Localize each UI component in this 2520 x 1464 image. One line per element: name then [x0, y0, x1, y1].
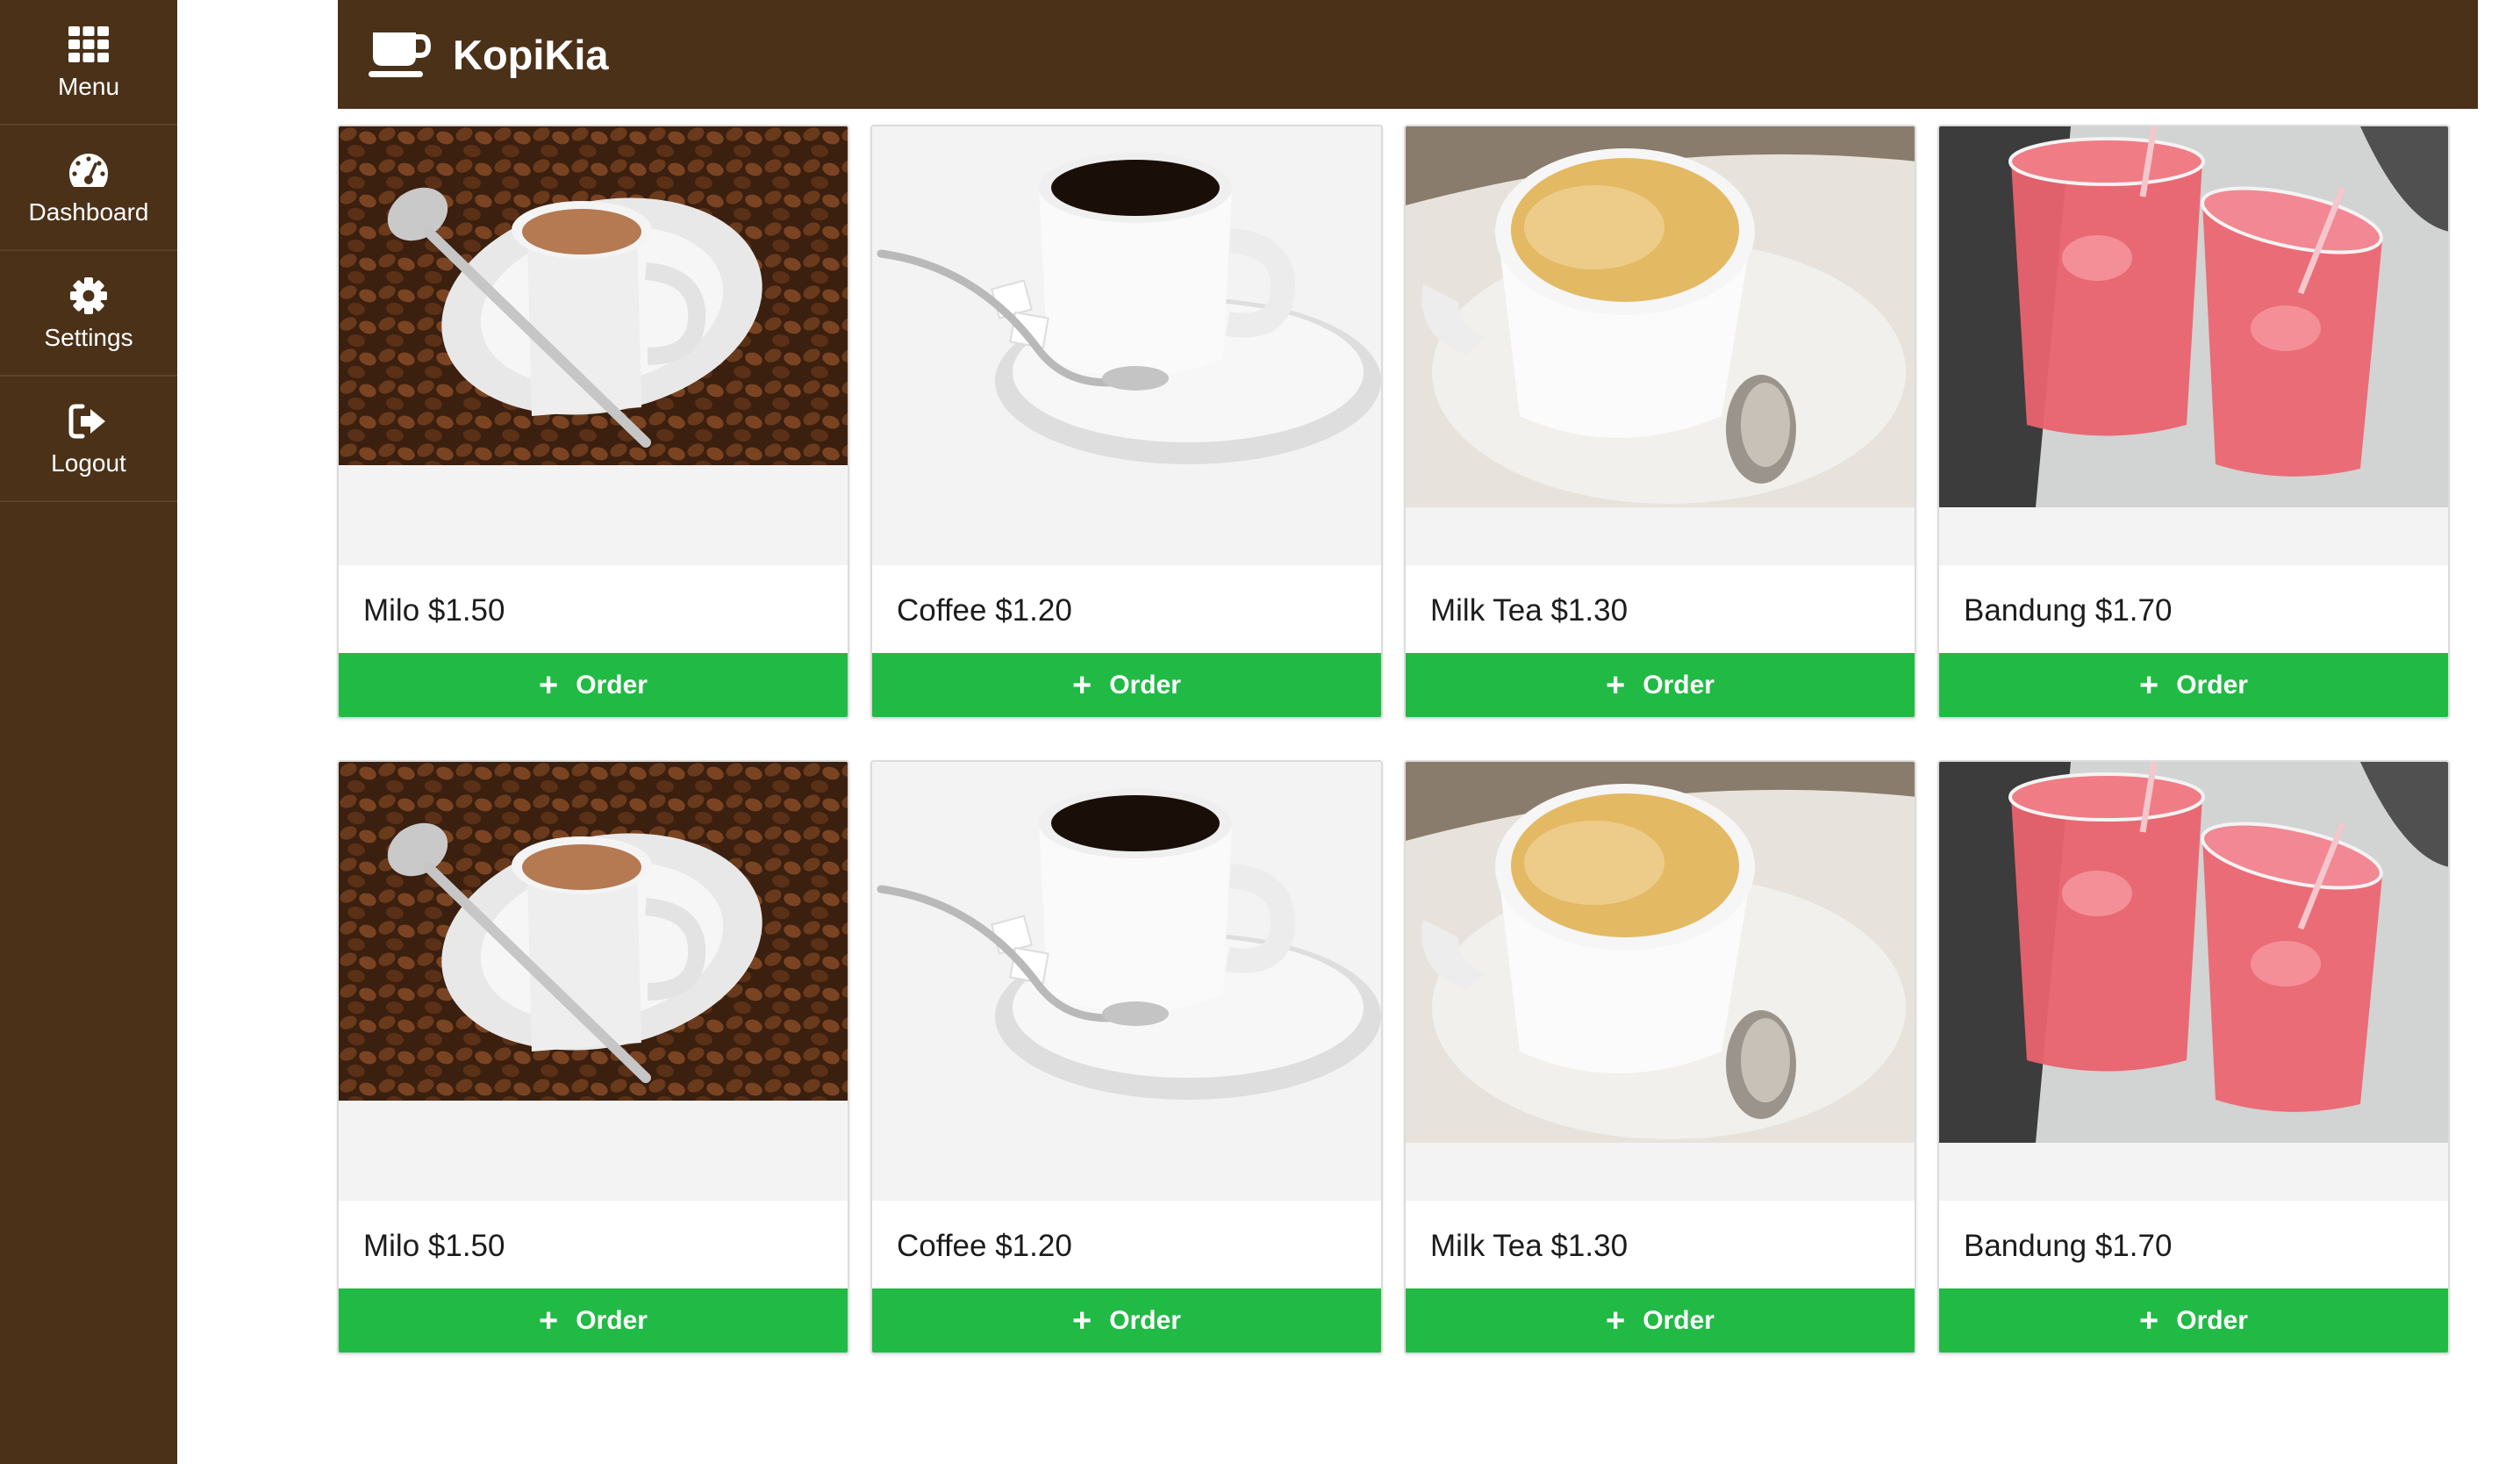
product-card-coffee: Coffee $1.20 + Order — [870, 125, 1383, 719]
bandung-image — [1939, 762, 2448, 1201]
milo-image — [339, 126, 848, 565]
plus-icon: + — [1072, 666, 1092, 704]
product-name: Milk Tea $1.30 — [1430, 1229, 1629, 1263]
product-name: Coffee $1.20 — [897, 593, 1072, 628]
product-card-bandung: Bandung $1.70 + Order — [1937, 760, 2450, 1354]
plus-icon: + — [1606, 1302, 1626, 1339]
plus-icon: + — [539, 1302, 559, 1339]
product-name: Coffee $1.20 — [897, 1229, 1072, 1263]
coffee-image — [872, 126, 1381, 565]
sidebar-item-label: Settings — [44, 323, 133, 351]
order-button[interactable]: + Order — [872, 1288, 1381, 1353]
milo-image — [339, 762, 848, 1201]
sidebar-item-label: Menu — [57, 72, 120, 100]
plus-icon: + — [1606, 666, 1626, 704]
product-card-milo: Milo $1.50 + Order — [337, 760, 849, 1354]
plus-icon: + — [2139, 1302, 2159, 1339]
sidebar: Menu Dashboard Settings Logout — [0, 0, 177, 1464]
order-label: Order — [1109, 670, 1181, 700]
product-card-milk-tea: Milk Tea $1.30 + Order — [1404, 125, 1916, 719]
coffee-image — [872, 762, 1381, 1201]
sidebar-item-label: Logout — [51, 449, 126, 477]
order-button[interactable]: + Order — [872, 653, 1381, 717]
dashboard-icon — [69, 153, 108, 187]
sidebar-item-dashboard[interactable]: Dashboard — [0, 126, 177, 251]
product-name: Milk Tea $1.30 — [1430, 593, 1629, 628]
plus-icon: + — [539, 666, 559, 704]
product-name: Milo $1.50 — [363, 1229, 505, 1263]
order-button[interactable]: + Order — [1406, 653, 1915, 717]
plus-icon: + — [2139, 666, 2159, 704]
order-label: Order — [576, 1305, 648, 1335]
milk-tea-image — [1406, 762, 1915, 1201]
order-label: Order — [2176, 1305, 2248, 1335]
sign-out-icon — [68, 404, 105, 438]
product-name: Bandung $1.70 — [1964, 1229, 2173, 1263]
order-button[interactable]: + Order — [339, 653, 848, 717]
coffee-cup-icon — [369, 32, 432, 77]
sidebar-item-menu[interactable]: Menu — [0, 0, 177, 126]
order-button[interactable]: + Order — [339, 1288, 848, 1353]
order-label: Order — [1643, 1305, 1715, 1335]
product-name: Bandung $1.70 — [1964, 593, 2173, 628]
sidebar-item-settings[interactable]: Settings — [0, 251, 177, 377]
milk-tea-image — [1406, 126, 1915, 565]
bandung-image — [1939, 126, 2448, 565]
order-label: Order — [1643, 670, 1715, 700]
product-name: Milo $1.50 — [363, 593, 505, 628]
sidebar-item-label: Dashboard — [28, 197, 149, 226]
order-label: Order — [576, 670, 648, 700]
order-label: Order — [1109, 1305, 1181, 1335]
product-card-coffee: Coffee $1.20 + Order — [870, 760, 1383, 1354]
order-label: Order — [2176, 670, 2248, 700]
app-header: KopiKia — [338, 0, 2478, 109]
product-card-bandung: Bandung $1.70 + Order — [1937, 125, 2450, 719]
product-card-milo: Milo $1.50 + Order — [337, 125, 849, 719]
order-button[interactable]: + Order — [1939, 1288, 2448, 1353]
sidebar-item-logout[interactable]: Logout — [0, 377, 177, 502]
plus-icon: + — [1072, 1302, 1092, 1339]
order-button[interactable]: + Order — [1406, 1288, 1915, 1353]
gear-icon — [70, 276, 107, 314]
product-card-milk-tea: Milk Tea $1.30 + Order — [1404, 760, 1916, 1354]
order-button[interactable]: + Order — [1939, 653, 2448, 717]
grid-icon — [68, 25, 109, 62]
app-title: KopiKia — [453, 31, 609, 78]
